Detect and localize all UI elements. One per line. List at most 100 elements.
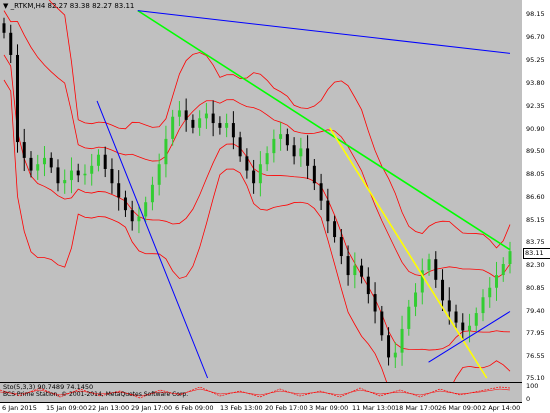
candle-body (177, 110, 181, 117)
candle-body (508, 251, 512, 264)
candle-body (393, 352, 397, 358)
oscillator-tick: 100 (526, 382, 539, 390)
time-tick: 13 Feb 13:00 (220, 404, 263, 412)
candle-body (123, 197, 127, 211)
bollinger-bands (3, 0, 511, 382)
time-tick: 2 Apr 14:00 (482, 404, 521, 412)
candle-body (245, 156, 249, 171)
candle-body (333, 221, 337, 238)
candle-body (265, 153, 269, 165)
candle-body (69, 170, 73, 181)
price-tick: 92.35 (526, 102, 545, 110)
bollinger-outer-lower (3, 79, 511, 382)
candle-body (164, 138, 168, 165)
time-tick: 22 Jan 13:00 (88, 404, 130, 412)
candles (2, 17, 512, 369)
candle-body (137, 216, 141, 222)
candle-body (49, 157, 53, 168)
time-tick: 11 Mar 13:00 (352, 404, 396, 412)
candle-body (387, 335, 391, 358)
last-price-tag: 83.11 (523, 248, 550, 259)
candle-body (299, 148, 303, 157)
candle-body (231, 123, 235, 138)
price-tick: 86.60 (526, 193, 545, 201)
price-tick: 88.05 (526, 170, 545, 178)
price-tick: 76.55 (526, 352, 545, 360)
bollinger-inner-upper (3, 10, 511, 279)
candle-body (204, 113, 208, 119)
time-tick: 29 Jan 17:00 (131, 404, 173, 412)
time-tick: 3 Mar 09:00 (309, 404, 349, 412)
candle-body (312, 165, 316, 184)
symbol-header: ▼ _RTKM,H4 82.27 83.38 82.27 83.11 (3, 2, 135, 10)
candle-body (454, 311, 458, 323)
candle-body (346, 256, 350, 276)
candle-body (63, 180, 67, 184)
candle-body (9, 32, 13, 55)
price-tick: 98.15 (526, 10, 545, 18)
candle-body (272, 138, 276, 154)
candle-body (150, 184, 154, 203)
oscillator-label: Sto(5,3,3) 90.7489 74.1450 (3, 383, 94, 391)
chart-window: ▼ _RTKM,H4 82.27 83.38 82.27 83.11 Sto(5… (0, 0, 550, 413)
price-tick: 89.50 (526, 147, 545, 155)
candle-body (198, 118, 202, 128)
candle-body (407, 306, 411, 329)
candle-body (144, 202, 148, 217)
candle-body (56, 167, 60, 184)
blue-trendline (96, 100, 209, 379)
candle-body (366, 276, 370, 295)
price-tick: 83.75 (526, 238, 545, 246)
candle-body (461, 322, 465, 331)
price-axis: 98.15 96.70 95.25 93.80 92.35 90.90 89.5… (522, 0, 550, 403)
candle-body (157, 164, 161, 185)
candle-body (103, 154, 107, 169)
time-tick: 26 Mar 09:00 (438, 404, 482, 412)
candle-body (306, 148, 310, 166)
time-tick: 20 Feb 17:00 (265, 404, 308, 412)
price-tick: 96.70 (526, 33, 545, 41)
oscillator-tick: 0 (526, 395, 531, 403)
candle-body (130, 210, 134, 222)
candle-body (474, 313, 478, 326)
bollinger-inner-lower (3, 54, 511, 351)
candle-body (225, 123, 229, 128)
candle-body (319, 183, 323, 201)
candle-body (495, 275, 499, 288)
time-tick: 6 Feb 09:00 (175, 404, 214, 412)
candle-body (15, 54, 19, 143)
candle-body (42, 157, 46, 165)
price-tick: 90.90 (526, 125, 545, 133)
candle-body (326, 200, 330, 222)
copyright-watermark: BCS Prime Station, © 2001-2014, MetaQuot… (3, 391, 189, 398)
candle-body (191, 119, 195, 128)
time-tick: 15 Jan 09:00 (46, 404, 88, 412)
candle-body (258, 164, 262, 184)
time-axis: 6 Jan 2015 15 Jan 09:00 22 Jan 13:00 29 … (0, 403, 550, 413)
candle-body (110, 168, 114, 184)
price-tick: 93.80 (526, 79, 545, 87)
price-tick: 77.95 (526, 329, 545, 337)
candle-body (468, 325, 472, 331)
candle-body (83, 173, 87, 176)
candle-body (29, 157, 33, 171)
candle-body (488, 287, 492, 298)
candle-body (353, 265, 357, 276)
candle-body (434, 259, 438, 280)
candle-body (2, 23, 6, 33)
candle-body (76, 170, 80, 176)
price-tick: 75.10 (526, 374, 545, 382)
candle-body (96, 154, 100, 166)
candle-body (117, 183, 121, 198)
bollinger-outer-upper (48, 0, 511, 249)
candle-body (171, 116, 175, 139)
candle-body (373, 294, 377, 312)
price-chart[interactable] (0, 0, 522, 382)
price-tick: 80.85 (526, 284, 545, 292)
candle-body (279, 134, 283, 139)
candle-body (90, 165, 94, 174)
candle-body (184, 110, 188, 120)
candle-body (211, 113, 215, 124)
candle-body (380, 311, 384, 336)
candle-body (285, 134, 289, 146)
